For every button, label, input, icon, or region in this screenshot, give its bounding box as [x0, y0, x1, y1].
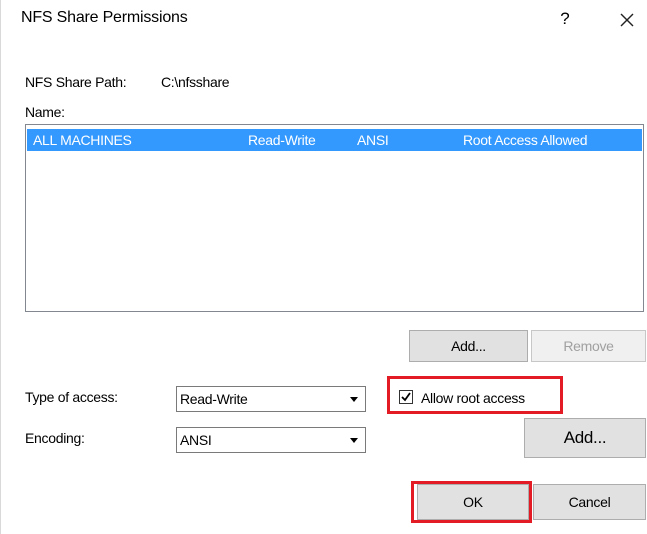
name-list[interactable]: ALL MACHINES Read-Write ANSI Root Access…: [25, 124, 644, 312]
allow-root-access-checkbox[interactable]: [399, 390, 413, 404]
share-path-label: NFS Share Path:: [25, 74, 127, 90]
share-path-value: C:\nfsshare: [161, 74, 230, 90]
remove-button[interactable]: Remove: [531, 330, 646, 362]
encoding-label: Encoding:: [25, 430, 85, 446]
type-of-access-label: Type of access:: [25, 389, 118, 405]
chevron-down-icon: [350, 397, 358, 402]
type-of-access-select[interactable]: Read-Write: [176, 386, 366, 412]
cancel-button[interactable]: Cancel: [533, 484, 646, 520]
ok-button[interactable]: OK: [417, 484, 529, 520]
name-list-label: Name:: [25, 104, 65, 120]
list-item-access: Read-Write: [248, 132, 316, 148]
add-button-secondary[interactable]: Add...: [524, 418, 646, 458]
list-item-encoding: ANSI: [357, 132, 389, 148]
list-item-root-access: Root Access Allowed: [463, 132, 588, 148]
title-bar: NFS Share Permissions ?: [1, 0, 647, 42]
chevron-down-icon: [350, 438, 358, 443]
close-icon: [620, 13, 634, 27]
list-item[interactable]: ALL MACHINES Read-Write ANSI Root Access…: [27, 129, 642, 151]
help-button[interactable]: ?: [553, 6, 577, 32]
encoding-select[interactable]: ANSI: [176, 427, 366, 453]
checkmark-icon: [401, 392, 411, 402]
dialog-title: NFS Share Permissions: [21, 9, 188, 26]
list-item-name: ALL MACHINES: [33, 132, 132, 148]
encoding-value: ANSI: [180, 432, 212, 448]
add-button[interactable]: Add...: [409, 330, 528, 362]
type-of-access-value: Read-Write: [180, 391, 248, 407]
close-button[interactable]: [613, 4, 641, 34]
allow-root-access-label[interactable]: Allow root access: [421, 390, 525, 406]
nfs-share-permissions-dialog: NFS Share Permissions ? NFS Share Path: …: [0, 0, 647, 534]
